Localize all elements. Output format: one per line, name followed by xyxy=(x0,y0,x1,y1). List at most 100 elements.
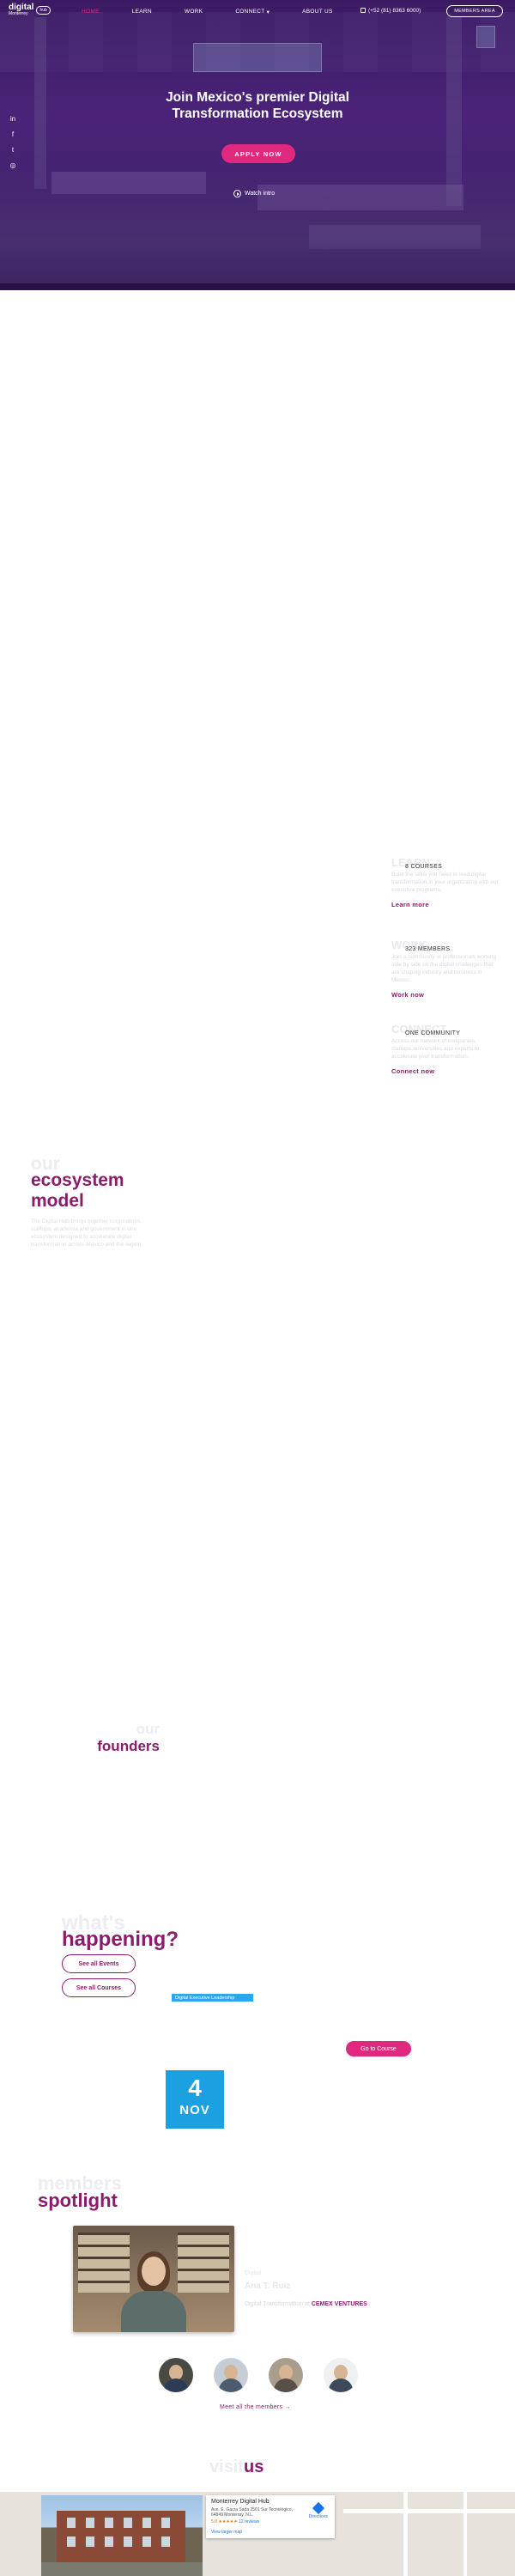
members-area-button[interactable]: MEMBERS AREA xyxy=(446,5,503,17)
meet-all-members-link[interactable]: Meet all the members → xyxy=(220,2404,291,2410)
building-ground xyxy=(41,2562,203,2576)
instagram-icon[interactable]: ◎ xyxy=(9,161,17,169)
directions-label: Directions xyxy=(308,2514,328,2519)
visit-ghost-word: visit xyxy=(209,2458,245,2476)
building-window xyxy=(67,2537,76,2547)
watch-intro-link[interactable]: Watch intro xyxy=(233,190,275,197)
learn-more-link[interactable]: Learn more xyxy=(391,901,499,908)
happening-heading: happening? xyxy=(62,1928,179,1951)
member-role: Digital Transformation at CEMEX VENTURES xyxy=(245,2301,442,2307)
founders-ghost-heading: our xyxy=(136,1721,160,1737)
spotlight-heading: spotlight xyxy=(38,2190,118,2211)
member-avatar[interactable] xyxy=(269,2358,303,2392)
twitter-icon[interactable]: t xyxy=(9,146,17,154)
member-name: Ana T. Ruiz xyxy=(245,2281,291,2291)
building-window xyxy=(124,2518,132,2528)
avatar-body xyxy=(329,2379,353,2392)
member-role-text: Digital Transformation at xyxy=(245,2301,310,2307)
event-day: 4 xyxy=(188,2075,202,2101)
photo-face xyxy=(142,2257,166,2286)
logo-word-digital: digital xyxy=(9,3,34,12)
map-road xyxy=(343,2509,515,2513)
building-window xyxy=(124,2537,132,2547)
member-photo xyxy=(73,2226,234,2332)
work-now-link[interactable]: Work now xyxy=(391,991,499,999)
avatar-body xyxy=(274,2379,298,2392)
member-label: Digital xyxy=(245,2270,262,2276)
pillar-connect: CONNECT ONE COMMUNITY Access our network… xyxy=(391,1024,499,1075)
founders-heading: founders xyxy=(97,1738,160,1754)
view-larger-map-link[interactable]: View larger map xyxy=(211,2530,242,2535)
nav-work[interactable]: WORK xyxy=(185,9,203,15)
pillar-text: Access our network of companies, startup… xyxy=(391,1038,480,1060)
pillar-count: 323 MEMBERS xyxy=(405,946,451,952)
visit-word-us: us xyxy=(244,2458,264,2476)
pillar-count: ONE COMMUNITY xyxy=(405,1030,461,1036)
building-window xyxy=(142,2518,151,2528)
ecosystem-text: The Digital Hub brings together corporat… xyxy=(31,1218,143,1248)
hero-screen xyxy=(193,43,322,72)
logo-hub-badge: hub xyxy=(36,5,51,15)
directions-link[interactable]: Directions xyxy=(308,2501,328,2519)
hero-section: digital Monterrey hub HOME LEARN WORK CO… xyxy=(0,0,515,290)
member-company: CEMEX VENTURES xyxy=(311,2301,367,2307)
nav-links: HOME LEARN WORK CONNECT ▾ ABOUT US xyxy=(82,9,333,15)
see-all-events-button[interactable]: See all Events xyxy=(62,1954,136,1973)
map-rating-value: 5.0 ★★★★★ xyxy=(211,2519,238,2524)
pillar-work: WORK 323 MEMBERS Join a community of pro… xyxy=(391,939,499,999)
ecosystem-heading: ecosystem model xyxy=(31,1170,124,1211)
photo-bookshelf xyxy=(78,2233,130,2293)
directions-icon xyxy=(312,2501,324,2515)
pillar-text: Build the skills you need to lead digita… xyxy=(391,872,499,893)
nav-about-us[interactable]: ABOUT US xyxy=(302,9,333,15)
hero-screen xyxy=(476,26,495,48)
play-icon xyxy=(233,190,241,197)
linkedin-icon[interactable]: in xyxy=(9,115,17,123)
building-window xyxy=(67,2518,76,2528)
pillar-learn: LEARN 8 COURSES Build the skills you nee… xyxy=(391,857,499,908)
map-reviews-link[interactable]: 12 reviews xyxy=(239,2519,259,2524)
building-window xyxy=(142,2537,151,2547)
nav-connect[interactable]: CONNECT xyxy=(235,9,264,15)
event-month: NOV xyxy=(179,2103,210,2117)
map-info-card: Monterrey Digital Hub Ave. E. Garza Sada… xyxy=(206,2495,335,2538)
facebook-icon[interactable]: f xyxy=(9,131,17,138)
member-avatar[interactable] xyxy=(214,2358,248,2392)
go-to-course-button[interactable]: Go to Course xyxy=(346,2041,411,2057)
map-address: Ave. E. Garza Sada 2501 Sur Tecnológico,… xyxy=(211,2507,293,2518)
watch-intro-label: Watch intro xyxy=(245,191,276,197)
member-avatars xyxy=(159,2358,358,2392)
hero-floor xyxy=(0,161,515,290)
photo-sweater xyxy=(121,2291,186,2332)
hero-title: Join Mexico's premier Digital Transforma… xyxy=(166,90,349,121)
building-photo xyxy=(41,2495,203,2576)
chevron-down-icon[interactable]: ▾ xyxy=(267,9,270,15)
apply-now-button[interactable]: APPLY NOW xyxy=(221,144,295,163)
course-tag[interactable]: Digital Executive Leadership xyxy=(172,1994,253,2002)
phone-link[interactable]: (+52 (81) 8363 6000) xyxy=(360,8,421,14)
building-window xyxy=(86,2518,94,2528)
pillar-count: 8 COURSES xyxy=(405,864,443,870)
building-window xyxy=(161,2518,170,2528)
avatar-body xyxy=(219,2379,243,2392)
photo-bookshelf xyxy=(178,2233,229,2293)
avatar-body xyxy=(164,2379,188,2392)
map-rating: 5.0 ★★★★★ 12 reviews xyxy=(211,2519,330,2524)
event-date-badge: 4 NOV xyxy=(166,2070,224,2129)
building-window xyxy=(86,2537,94,2547)
member-info: Digital Ana T. Ruiz Digital Transformati… xyxy=(245,2270,367,2307)
logo[interactable]: digital Monterrey hub xyxy=(9,3,51,16)
hero-bottom-band xyxy=(0,283,515,290)
connect-now-link[interactable]: Connect now xyxy=(391,1067,499,1075)
member-avatar[interactable] xyxy=(159,2358,193,2392)
building-window xyxy=(105,2537,113,2547)
visit-heading: visitus xyxy=(209,2458,264,2477)
map-road xyxy=(403,2492,408,2576)
social-links: in f t ◎ xyxy=(9,115,17,169)
building-window xyxy=(161,2537,170,2547)
nav-home[interactable]: HOME xyxy=(82,9,100,15)
member-avatar[interactable] xyxy=(324,2358,358,2392)
map-road xyxy=(464,2492,467,2576)
nav-learn[interactable]: LEARN xyxy=(132,9,152,15)
see-all-courses-button[interactable]: See all Courses xyxy=(62,1978,136,1997)
